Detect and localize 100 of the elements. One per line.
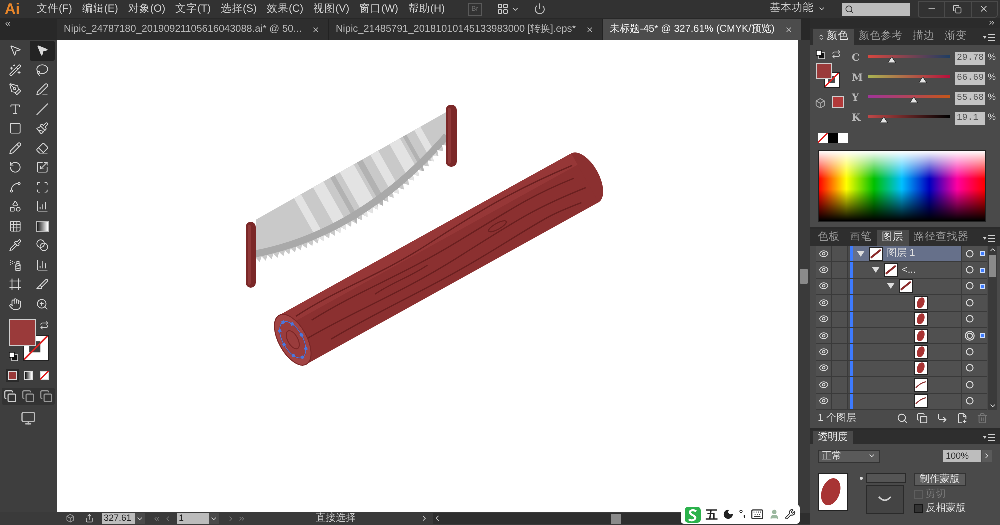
zoom-field[interactable]: 327.61 (102, 513, 135, 524)
vertical-scrollbar[interactable] (798, 40, 810, 512)
target-button[interactable] (961, 394, 978, 409)
scroll-thumb[interactable] (800, 268, 808, 284)
document-tab[interactable]: 未标题-45* @ 327.61% (CMYK/预览) (603, 19, 801, 40)
visibility-toggle[interactable] (816, 328, 832, 344)
make-mask-button[interactable]: 制作蒙版 (914, 472, 966, 486)
moon-icon[interactable] (723, 509, 734, 520)
channel-slider[interactable] (868, 113, 950, 123)
lock-toggle[interactable] (832, 246, 848, 262)
layer-row[interactable] (853, 394, 961, 409)
layer-row[interactable] (853, 360, 961, 376)
selection-cell[interactable] (978, 246, 987, 262)
status-menu-icon[interactable] (420, 514, 429, 523)
panel-tab[interactable]: 描边 (908, 29, 940, 45)
layer-row[interactable] (853, 312, 961, 327)
artboard-dropdown-button[interactable] (209, 513, 219, 524)
keyboard-icon[interactable] (751, 508, 764, 521)
layer-row[interactable]: 图层 1 (853, 246, 961, 262)
default-colors-icon[interactable] (8, 352, 18, 361)
close-icon[interactable] (312, 26, 320, 34)
previous-artboard-icon[interactable] (164, 514, 172, 522)
visibility-toggle[interactable] (816, 394, 832, 409)
disclosure-triangle-icon[interactable] (857, 250, 865, 258)
layer-row[interactable] (853, 377, 961, 393)
none-swatch-icon[interactable] (818, 133, 828, 143)
last-artboard-icon[interactable] (238, 514, 246, 522)
layer-row[interactable] (853, 328, 961, 344)
target-button[interactable] (961, 246, 978, 262)
share-icon[interactable] (85, 514, 94, 523)
swap-icon[interactable] (40, 321, 48, 330)
next-artboard-icon[interactable] (227, 514, 235, 522)
overlapping-squares-icon[interactable] (22, 390, 35, 403)
fill-swatch[interactable] (8, 319, 36, 346)
panel-tab[interactable]: 画笔 (845, 230, 877, 246)
swatch-icon[interactable] (838, 133, 848, 143)
panel-menu-icon[interactable] (983, 234, 995, 242)
menu-item[interactable]: 窗口(W) (358, 1, 400, 17)
scroll-up-icon[interactable] (988, 246, 996, 254)
color-mode-button[interactable] (6, 369, 19, 382)
collapse-icon[interactable] (4, 20, 12, 28)
checkbox[interactable] (914, 504, 923, 513)
panel-tab[interactable]: 色板 (813, 230, 845, 246)
visibility-toggle[interactable] (816, 246, 832, 262)
layer-row[interactable] (853, 278, 961, 294)
scroll-left-icon[interactable] (433, 514, 442, 523)
target-button[interactable] (961, 278, 978, 294)
wrench-icon[interactable] (785, 509, 796, 520)
opacity-field[interactable]: 100% (943, 450, 981, 462)
menu-item[interactable]: 帮助(H) (408, 1, 446, 17)
workspace-switcher[interactable]: 基本功能 (770, 1, 826, 17)
swap-icon[interactable] (832, 50, 841, 59)
selection-cell[interactable] (978, 328, 987, 344)
gradient-mode-button[interactable] (22, 369, 35, 382)
target-button[interactable] (961, 262, 978, 278)
overlapping-squares-icon[interactable] (40, 390, 53, 403)
document-tab[interactable]: Nipic_24787180_20190921105616043088.ai* @ 50... (57, 19, 329, 40)
menu-item[interactable]: 视图(V) (312, 1, 351, 17)
channel-slider[interactable] (868, 53, 950, 63)
channel-value-field[interactable]: 55.68 (955, 92, 985, 104)
menu-item[interactable]: 效果(C) (266, 1, 305, 17)
visibility-toggle[interactable] (816, 278, 832, 294)
channel-value-field[interactable]: 66.69 (955, 72, 985, 84)
selection-cell[interactable] (978, 278, 987, 294)
layer-row[interactable] (853, 295, 961, 311)
punctuation-mode-label[interactable]: °, (739, 508, 746, 520)
target-button[interactable] (961, 295, 978, 311)
none-mode-button[interactable] (38, 369, 51, 382)
layer-row[interactable] (853, 344, 961, 360)
visibility-toggle[interactable] (816, 344, 832, 360)
menu-item[interactable]: 对象(O) (127, 1, 167, 17)
artboard-field[interactable]: 1 (177, 513, 209, 524)
layer-row[interactable]: <... (853, 262, 961, 278)
disclosure-triangle-icon[interactable] (872, 266, 880, 274)
target-button[interactable] (961, 360, 978, 376)
document-tab[interactable]: Nipic_21485791_20181010145133983000 [转换].eps* (328, 19, 604, 40)
panel-tab[interactable]: 颜色 (813, 29, 854, 45)
tool-button[interactable] (30, 41, 54, 60)
channel-slider[interactable] (868, 73, 950, 83)
visibility-toggle[interactable] (816, 262, 832, 278)
cube-icon[interactable] (815, 98, 826, 109)
up-down-chevrons-icon[interactable] (818, 34, 825, 40)
channel-slider[interactable] (868, 93, 950, 103)
cube-icon[interactable] (66, 514, 75, 523)
panel-tab[interactable]: 透明度 (813, 430, 853, 444)
visibility-toggle[interactable] (816, 295, 832, 311)
search-icon[interactable] (897, 413, 908, 424)
input-mode-label[interactable]: 五 (706, 508, 718, 522)
power-icon[interactable] (534, 3, 546, 15)
menu-item[interactable]: 编辑(E) (81, 1, 120, 17)
panel-tab[interactable]: 路径查找器 (909, 230, 974, 246)
channel-value-field[interactable]: 19.1 (955, 112, 985, 124)
panel-tab[interactable]: 图层 (877, 230, 909, 246)
panel-tab[interactable]: 颜色参考 (854, 29, 908, 45)
target-button[interactable] (961, 328, 978, 344)
panel-menu-icon[interactable] (983, 434, 995, 441)
zoom-dropdown-button[interactable] (135, 513, 145, 524)
monitor-icon[interactable] (21, 411, 36, 426)
visibility-toggle[interactable] (816, 377, 832, 393)
opacity-slider-button[interactable] (982, 450, 992, 462)
